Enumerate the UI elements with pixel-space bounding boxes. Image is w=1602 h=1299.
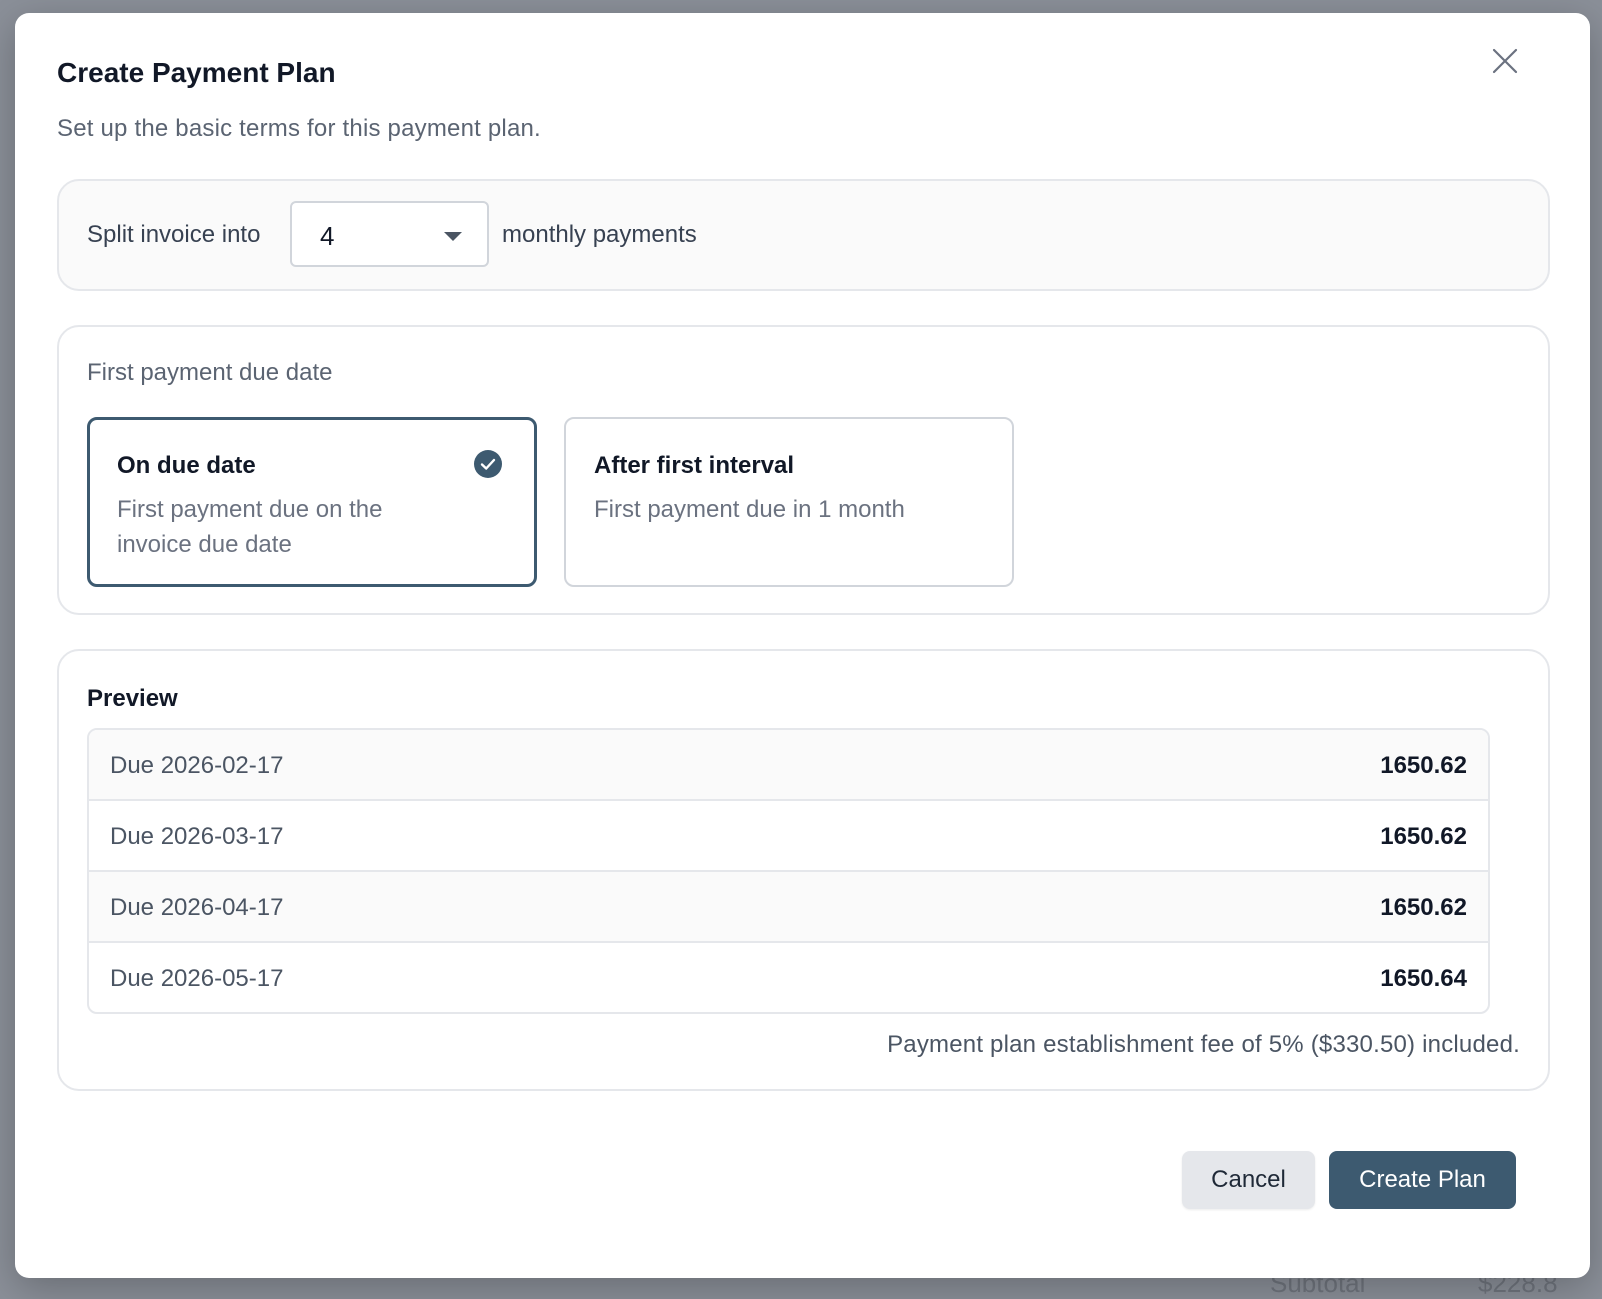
close-button[interactable] — [1489, 45, 1521, 77]
dialog-title: Create Payment Plan — [57, 57, 336, 88]
table-row: Due 2026-03-17 1650.62 — [89, 799, 1488, 870]
preview-card: Preview Due 2026-02-17 1650.62 Due 2026-… — [57, 649, 1550, 1091]
split-suffix: monthly payments — [502, 221, 697, 248]
close-icon — [1492, 48, 1518, 74]
preview-schedule-table: Due 2026-02-17 1650.62 Due 2026-03-17 16… — [87, 728, 1490, 1014]
cancel-button[interactable]: Cancel — [1182, 1151, 1315, 1209]
due-date: Due 2026-02-17 — [110, 752, 284, 779]
first-payment-card: First payment due date On due date First… — [57, 325, 1550, 615]
payment-amount: 1650.62 — [1380, 823, 1467, 850]
table-row: Due 2026-05-17 1650.64 — [89, 941, 1488, 1012]
fee-note: Payment plan establishment fee of 5% ($3… — [887, 1031, 1520, 1058]
installments-select[interactable]: 4 — [290, 201, 489, 267]
table-row: Due 2026-04-17 1650.62 — [89, 870, 1488, 941]
due-date: Due 2026-03-17 — [110, 823, 284, 850]
due-date: Due 2026-05-17 — [110, 965, 284, 992]
option-title: After first interval — [594, 452, 795, 479]
caret-down-icon — [444, 232, 462, 241]
payment-amount: 1650.62 — [1380, 752, 1467, 779]
split-label: Split invoice into — [87, 221, 261, 248]
check-circle-icon — [474, 450, 502, 478]
option-description: First payment due in 1 month — [594, 496, 905, 523]
payment-amount: 1650.64 — [1380, 965, 1467, 992]
option-description: First payment due on the invoice due dat… — [117, 496, 383, 558]
installments-select-value: 4 — [320, 221, 335, 251]
preview-title: Preview — [87, 685, 178, 712]
first-payment-label: First payment due date — [87, 359, 333, 386]
payment-amount: 1650.62 — [1380, 894, 1467, 921]
option-after-first-interval[interactable]: After first interval First payment due i… — [564, 417, 1014, 587]
create-plan-button[interactable]: Create Plan — [1329, 1151, 1516, 1209]
due-date: Due 2026-04-17 — [110, 894, 284, 921]
table-row: Due 2026-02-17 1650.62 — [89, 730, 1488, 799]
split-settings-card: Split invoice into 4 monthly payments — [57, 179, 1550, 291]
option-on-due-date[interactable]: On due date First payment due on the inv… — [87, 417, 537, 587]
create-payment-plan-dialog: Create Payment Plan Set up the basic ter… — [15, 13, 1590, 1278]
dialog-subtitle: Set up the basic terms for this payment … — [57, 115, 541, 142]
option-title: On due date — [117, 452, 256, 479]
